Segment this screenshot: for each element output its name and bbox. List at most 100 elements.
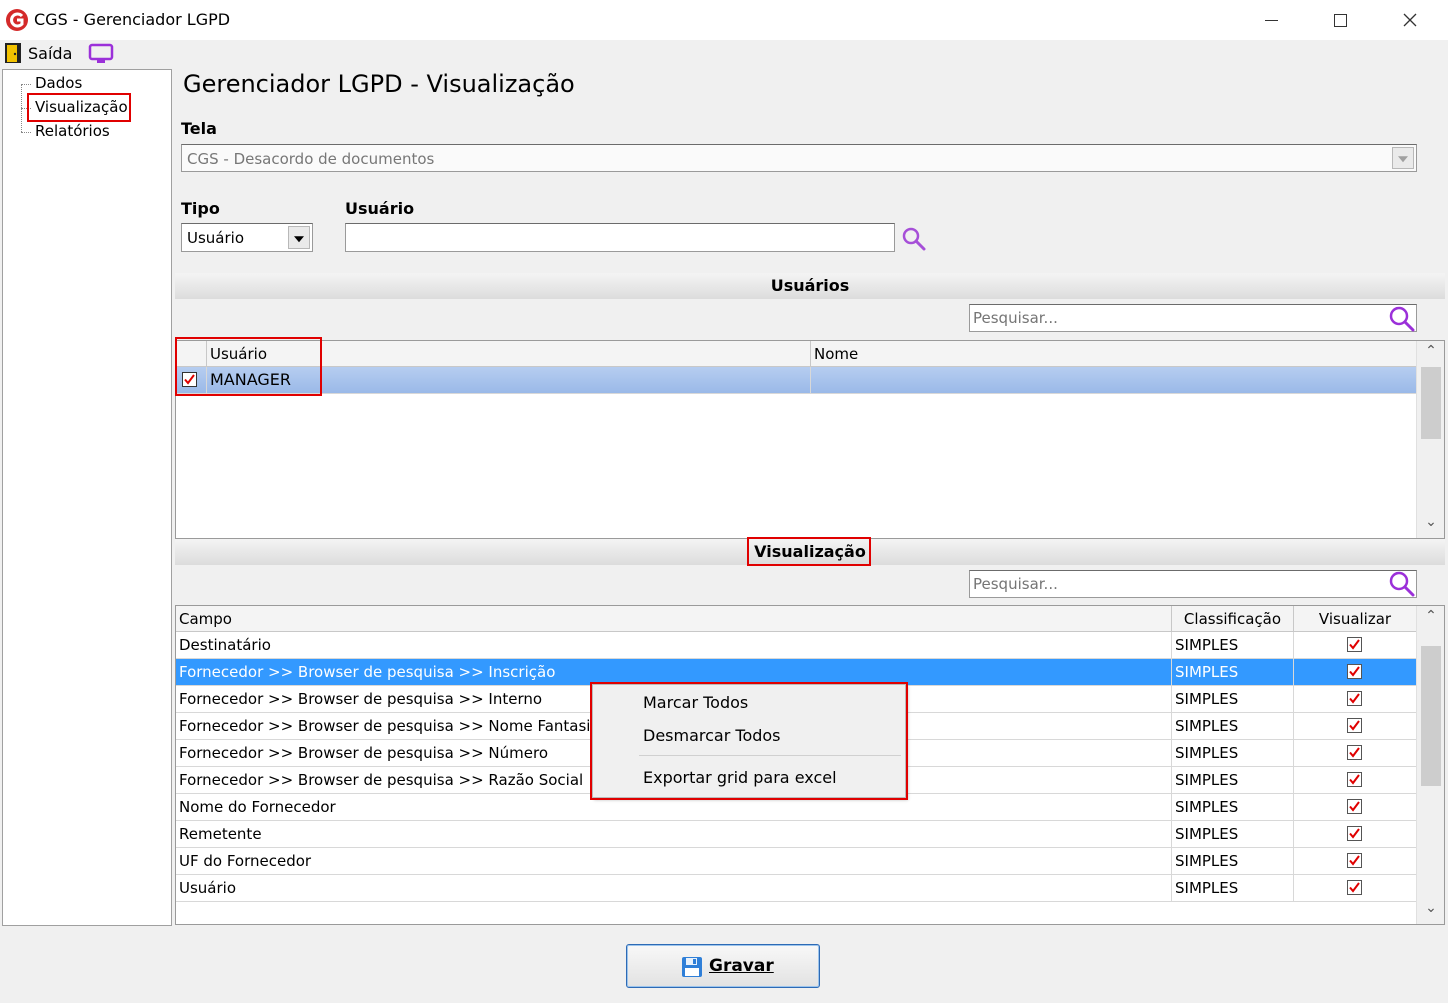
usuarios-search-icon[interactable] [1388,305,1416,333]
table-row[interactable]: UF do Fornecedor SIMPLES [176,848,1417,875]
visualizar-checkbox[interactable] [1347,826,1362,841]
usuarios-search-input[interactable] [970,305,1416,331]
checkmark-icon [1349,747,1360,758]
row-check-cell[interactable] [176,367,207,393]
visualizar-checkbox[interactable] [1347,718,1362,733]
save-button-label: Gravar [709,956,774,976]
maximize-button[interactable] [1305,0,1375,40]
app-logo-icon [6,9,28,31]
visualizacao-search-box[interactable] [969,570,1417,598]
usuarios-grid-header: Usuário Nome [176,341,1417,367]
tela-select[interactable]: CGS - Desacordo de documentos [181,144,1417,172]
table-row[interactable]: MANAGER [176,367,1417,394]
visualizacao-section-title: Visualização [754,542,866,561]
usuario-input[interactable] [346,224,894,251]
visualizar-cell[interactable] [1294,875,1417,901]
floppy-disk-icon [682,957,702,977]
visualizacao-scrollbar[interactable]: ⌃ ⌄ [1416,606,1444,924]
scroll-up-icon[interactable]: ⌃ [1417,608,1444,630]
classificacao-cell: SIMPLES [1172,659,1294,685]
tipo-select-arrow[interactable] [288,226,310,249]
usuario-label: Usuário [345,199,415,218]
nav-tree: Dados Visualização Relatórios [2,69,172,926]
nav-item-relatorios[interactable]: Relatórios [35,122,110,140]
checkmark-icon [184,374,195,385]
row-checkbox[interactable] [182,372,197,387]
visualizacao-grid-header: Campo Classificação Visualizar [176,606,1417,632]
monitor-icon[interactable] [88,43,114,65]
usuario-input-box[interactable] [345,223,895,252]
visualizar-checkbox[interactable] [1347,799,1362,814]
campo-cell: Remetente [176,821,1172,847]
nav-item-visualizacao[interactable]: Visualização [35,98,128,116]
context-menu-separator [639,755,901,756]
classificacao-cell: SIMPLES [1172,686,1294,712]
tela-select-arrow[interactable] [1392,147,1414,169]
context-menu-exportar-excel[interactable]: Exportar grid para excel [643,768,837,787]
exit-door-icon[interactable] [4,42,22,64]
scroll-down-icon[interactable]: ⌄ [1417,514,1444,536]
scrollbar-thumb[interactable] [1421,367,1441,439]
table-row[interactable]: Remetente SIMPLES [176,821,1417,848]
usuarios-scrollbar[interactable]: ⌃ ⌄ [1416,341,1444,538]
visualizar-checkbox[interactable] [1347,691,1362,706]
tipo-label: Tipo [181,199,220,218]
context-menu-marcar-todos[interactable]: Marcar Todos [643,693,748,712]
window-title: CGS - Gerenciador LGPD [34,10,231,29]
visualizacao-search-icon[interactable] [1388,570,1416,598]
classificacao-cell: SIMPLES [1172,713,1294,739]
visualizar-cell[interactable] [1294,821,1417,847]
visualizar-cell[interactable] [1294,659,1417,685]
visualizar-checkbox[interactable] [1347,664,1362,679]
scroll-up-icon[interactable]: ⌃ [1417,343,1444,365]
usuario-search-icon[interactable] [900,225,928,253]
checkmark-icon [1349,828,1360,839]
classificacao-cell: SIMPLES [1172,848,1294,874]
visualizar-checkbox[interactable] [1347,745,1362,760]
visualizar-cell[interactable] [1294,686,1417,712]
table-row[interactable]: Destinatário SIMPLES [176,632,1417,659]
visualizacao-search-input[interactable] [970,571,1416,597]
column-header-nome[interactable]: Nome [811,341,1417,367]
close-icon [1403,13,1417,27]
classificacao-cell: SIMPLES [1172,767,1294,793]
usuarios-search-box[interactable] [969,304,1417,332]
close-button[interactable] [1375,0,1445,40]
checkmark-icon [1349,801,1360,812]
visualizar-cell[interactable] [1294,794,1417,820]
visualizar-checkbox[interactable] [1347,853,1362,868]
scroll-down-icon[interactable]: ⌄ [1417,900,1444,922]
visualizar-cell[interactable] [1294,740,1417,766]
visualizar-cell[interactable] [1294,713,1417,739]
table-row[interactable]: Usuário SIMPLES [176,875,1417,902]
column-header-campo[interactable]: Campo [176,606,1172,632]
tela-select-value: CGS - Desacordo de documentos [187,150,435,168]
visualizar-checkbox[interactable] [1347,880,1362,895]
classificacao-cell: SIMPLES [1172,875,1294,901]
table-row[interactable]: Nome do Fornecedor SIMPLES [176,794,1417,821]
visualizar-checkbox[interactable] [1347,772,1362,787]
context-menu-desmarcar-todos[interactable]: Desmarcar Todos [643,726,781,745]
usuarios-grid: Usuário Nome MANAGER ⌃ ⌄ [175,340,1445,539]
minimize-button[interactable] [1236,0,1306,40]
visualizar-cell[interactable] [1294,767,1417,793]
nav-item-dados[interactable]: Dados [35,74,82,92]
tree-connector [21,132,31,133]
tipo-select[interactable]: Usuário [181,223,313,252]
visualizar-checkbox[interactable] [1347,637,1362,652]
exit-menu-item[interactable]: Saída [28,44,72,63]
checkmark-icon [1349,666,1360,677]
visualizar-cell[interactable] [1294,632,1417,658]
usuarios-check-column[interactable] [176,341,207,367]
column-header-visualizar[interactable]: Visualizar [1294,606,1417,632]
visualizar-cell[interactable] [1294,848,1417,874]
scrollbar-thumb[interactable] [1421,646,1441,786]
chevron-down-icon [294,235,304,242]
campo-cell: Fornecedor >> Browser de pesquisa >> Ins… [176,659,1172,685]
column-header-classificacao[interactable]: Classificação [1172,606,1294,632]
checkmark-icon [1349,855,1360,866]
table-row[interactable]: Fornecedor >> Browser de pesquisa >> Ins… [176,659,1417,686]
save-button[interactable]: Gravar [626,944,820,988]
checkmark-icon [1349,639,1360,650]
column-header-usuario[interactable]: Usuário [207,341,811,367]
